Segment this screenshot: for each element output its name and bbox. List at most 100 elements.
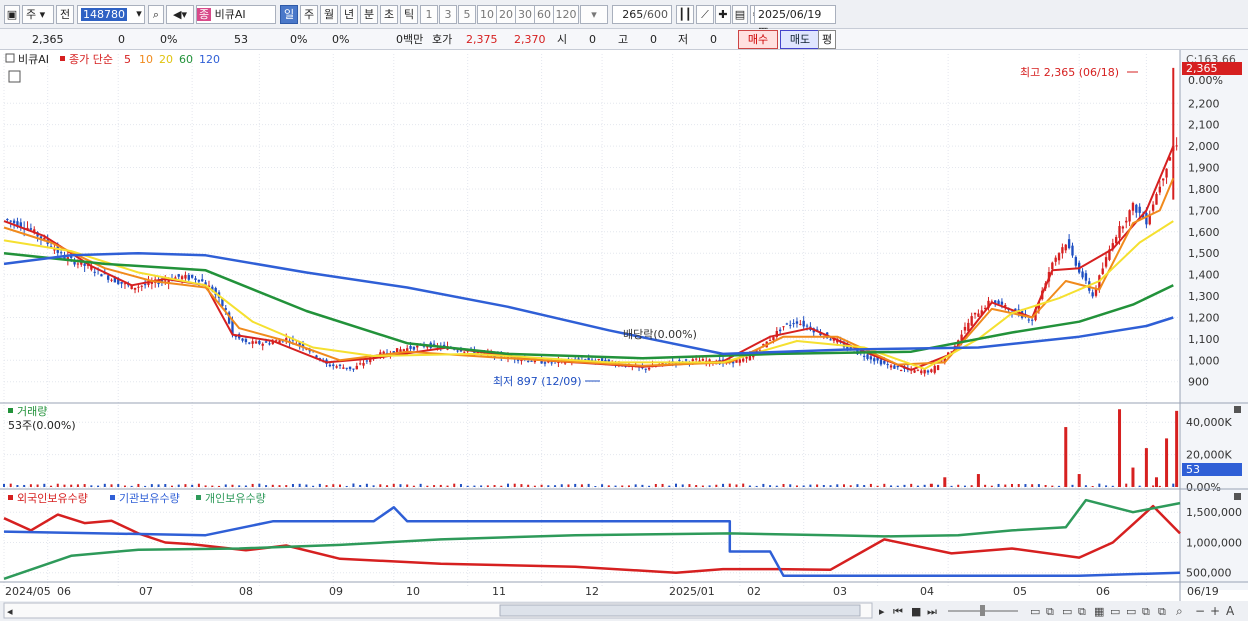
volume-bar: [648, 485, 651, 487]
layout-icon-3[interactable]: ▭: [1062, 605, 1072, 618]
search-badge: 종: [197, 8, 212, 21]
volume-bar: [910, 483, 913, 487]
scroll-right-icon[interactable]: ▸: [879, 605, 885, 618]
save-icon[interactable]: ▤: [732, 5, 748, 24]
volume-bar: [177, 484, 180, 487]
buy-button[interactable]: 매수: [738, 30, 778, 49]
volume-spike-bar: [943, 477, 947, 487]
candle-body: [1081, 271, 1084, 278]
crosshair-icon[interactable]: ✚: [715, 5, 731, 24]
layout-icon-8[interactable]: ⧉: [1142, 605, 1150, 618]
candle-body: [1131, 202, 1135, 211]
volume-bar: [641, 484, 644, 487]
price-tick-label: 1,800: [1188, 183, 1220, 196]
candle-body: [100, 274, 103, 277]
code-dropdown-icon[interactable]: ▾: [132, 5, 146, 24]
candle-body: [241, 338, 244, 341]
period-day[interactable]: 일: [280, 5, 298, 24]
first-icon[interactable]: ⏮: [893, 605, 903, 618]
volume-bar: [1011, 483, 1013, 487]
interval-120[interactable]: 120: [553, 5, 579, 24]
interval-dropdown[interactable]: ▾: [580, 5, 608, 24]
table-icon[interactable]: [8, 70, 21, 83]
stock-name-field[interactable]: 종 비큐AI: [196, 5, 276, 24]
volume-bar: [742, 483, 745, 487]
candle-body: [926, 370, 930, 373]
volume-bar: [150, 484, 153, 487]
flat-button[interactable]: 평: [818, 30, 836, 49]
bid-price: 2,370: [514, 33, 546, 46]
candle-body: [597, 358, 600, 360]
layout-icon-2[interactable]: ⧉: [1046, 605, 1054, 618]
price-tick-label: 1,300: [1188, 290, 1220, 303]
volume-bar: [76, 484, 79, 487]
x-tick-label: 04: [920, 585, 934, 598]
volume-bar: [50, 485, 53, 487]
zoom-in-icon[interactable]: +: [1210, 604, 1220, 618]
zoom-slider-handle[interactable]: [980, 605, 985, 616]
volume-bar: [345, 485, 348, 487]
volume-bar: [950, 485, 953, 487]
scroll-thumb[interactable]: [499, 604, 861, 617]
interval-1[interactable]: 1: [420, 5, 438, 24]
volume-bar: [70, 484, 73, 487]
period-tick[interactable]: 틱: [400, 5, 418, 24]
layout-icon-1[interactable]: ▭: [1030, 605, 1040, 618]
zoom-search-icon[interactable]: ⌕: [1176, 604, 1183, 618]
volume-bar: [775, 485, 778, 487]
interval-60[interactable]: 60: [534, 5, 554, 24]
volume-bar: [318, 483, 321, 487]
volume-bar: [735, 484, 738, 487]
candle-body: [338, 364, 342, 366]
period-week[interactable]: 주: [300, 5, 318, 24]
candle-type-icon[interactable]: ┃┃: [676, 5, 694, 24]
candle-body: [342, 367, 345, 369]
candle-body: [694, 358, 698, 360]
font-size-icon[interactable]: A: [1226, 604, 1235, 618]
layout-icon-7[interactable]: ▭: [1126, 605, 1136, 618]
count-input[interactable]: 265/600: [612, 5, 672, 24]
layout-icon-6[interactable]: ▭: [1110, 605, 1120, 618]
volume-bar: [500, 485, 503, 487]
interval-5[interactable]: 5: [458, 5, 476, 24]
volume-bar: [211, 485, 214, 487]
candle-body: [328, 364, 332, 367]
candle-body: [254, 341, 258, 344]
volume-bar: [554, 485, 557, 487]
period-month[interactable]: 월: [320, 5, 338, 24]
scroll-left-icon[interactable]: ◂: [7, 605, 13, 618]
open-label: 시: [557, 33, 568, 46]
volume-bar: [332, 484, 335, 487]
interval-30[interactable]: 30: [515, 5, 535, 24]
period-minute[interactable]: 분: [360, 5, 378, 24]
period-second[interactable]: 초: [380, 5, 398, 24]
interval-3[interactable]: 3: [439, 5, 457, 24]
volume-bar: [486, 485, 489, 487]
volume-pane-close-icon[interactable]: [1234, 406, 1241, 413]
volume-bar: [325, 485, 328, 487]
volume-bar: [339, 484, 341, 487]
stop-icon[interactable]: ■: [911, 605, 921, 618]
last-icon[interactable]: ⏭: [927, 605, 937, 618]
jeon-button[interactable]: 전: [56, 5, 74, 24]
interval-20[interactable]: 20: [496, 5, 516, 24]
volume-bar: [56, 483, 59, 487]
candle-body: [1151, 204, 1155, 211]
sell-button[interactable]: 매도: [780, 30, 820, 49]
search-icon[interactable]: ⌕: [148, 5, 164, 24]
zoom-out-icon[interactable]: −: [1195, 604, 1205, 618]
chart-svg: 900 1,000 1,100 1,200 1,300 1,400 1,500 1,600 1,…: [0, 50, 1248, 621]
speaker-icon[interactable]: ◀▾: [166, 5, 194, 24]
candle-body: [789, 324, 792, 326]
holding-pane-close-icon[interactable]: [1234, 493, 1241, 500]
interval-10[interactable]: 10: [477, 5, 497, 24]
line-tool-icon[interactable]: ⟋: [696, 5, 714, 24]
window-icon[interactable]: ▣: [4, 5, 20, 24]
layout-icon-9[interactable]: ⧉: [1158, 605, 1166, 618]
layout-icon-4[interactable]: ⧉: [1078, 605, 1086, 618]
date-input[interactable]: 2025/06/19 ▦: [754, 5, 836, 38]
candle-body: [691, 359, 694, 361]
period-year[interactable]: 년: [340, 5, 358, 24]
period-type-select[interactable]: 주 ▾: [22, 5, 54, 24]
layout-icon-5[interactable]: ▦: [1094, 605, 1104, 618]
